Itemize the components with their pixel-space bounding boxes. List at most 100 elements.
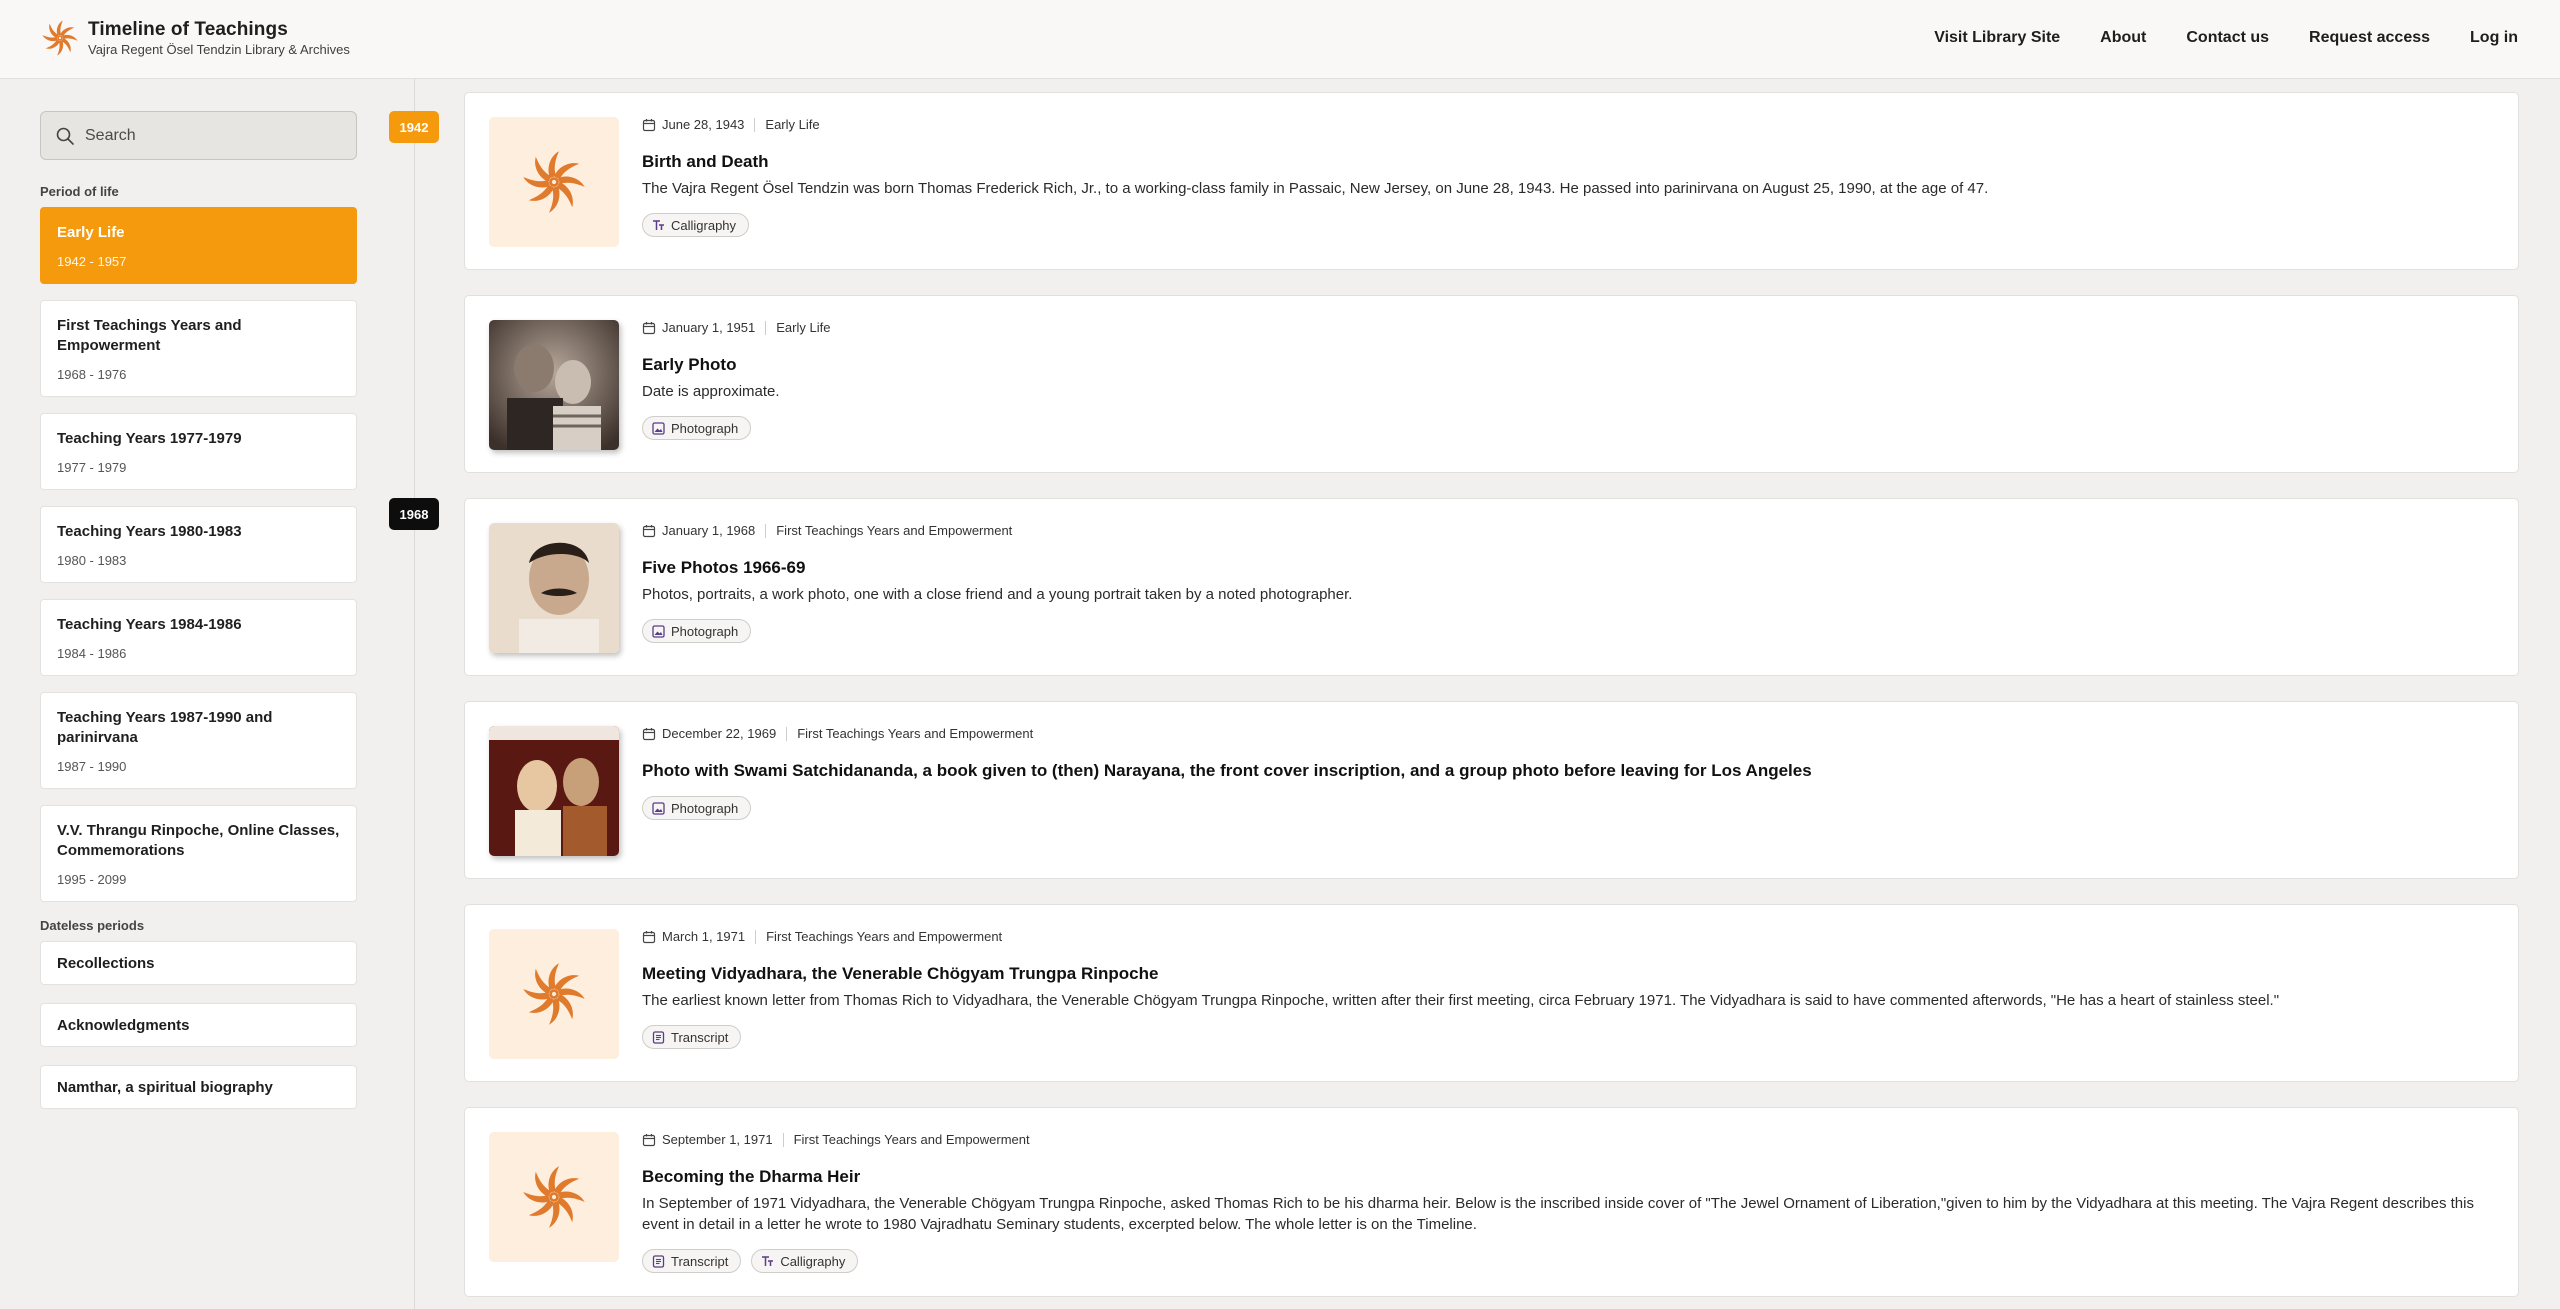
tag-calligraphy[interactable]: Calligraphy <box>751 1249 859 1273</box>
card-title[interactable]: Early Photo <box>642 354 2478 376</box>
meta-divider <box>754 118 756 132</box>
period-title: V.V. Thrangu Rinpoche, Online Classes, C… <box>57 822 340 859</box>
swirl-logo-icon <box>519 959 589 1029</box>
brand[interactable]: Timeline of Teachings Vajra Regent Ösel … <box>40 18 350 58</box>
tag-photograph[interactable]: Photograph <box>642 416 752 440</box>
period-teaching-1984-1986[interactable]: Teaching Years 1984-1986 1984 - 1986 <box>40 599 357 676</box>
card-thumbnail <box>489 117 619 247</box>
swirl-logo-icon <box>40 18 80 58</box>
calendar-icon <box>642 930 656 944</box>
tag-transcript[interactable]: Transcript <box>642 1025 742 1049</box>
period-range: 1987 - 1990 <box>57 759 127 774</box>
nav-visit-library-site[interactable]: Visit Library Site <box>1934 26 2060 50</box>
card-tags: Transcript Calligraphy <box>642 1249 2478 1273</box>
card-description: In September of 1971 Vidyadhara, the Ven… <box>642 1195 2474 1233</box>
card-description: The earliest known letter from Thomas Ri… <box>642 992 2280 1009</box>
text-type-icon <box>652 219 665 232</box>
period-first-teachings[interactable]: First Teachings Years and Empowerment 19… <box>40 300 357 397</box>
dateless-namthar[interactable]: Namthar, a spiritual biography <box>40 1065 357 1109</box>
card-date: September 1, 1971 <box>662 1132 773 1147</box>
calendar-icon <box>642 727 656 741</box>
nav-log-in[interactable]: Log in <box>2470 26 2518 50</box>
tag-photograph[interactable]: Photograph <box>642 619 752 643</box>
nav-about[interactable]: About <box>2100 26 2146 50</box>
card-tags: Photograph <box>642 619 2478 643</box>
period-teaching-1977-1979[interactable]: Teaching Years 1977-1979 1977 - 1979 <box>40 413 357 490</box>
dateless-recollections[interactable]: Recollections <box>40 941 357 985</box>
card-period: First Teachings Years and Empowerment <box>776 523 1013 538</box>
card-title[interactable]: Birth and Death <box>642 151 2478 173</box>
calendar-icon <box>642 524 656 538</box>
tag-transcript[interactable]: Transcript <box>642 1249 742 1273</box>
card-description: Date is approximate. <box>642 383 780 400</box>
tag-label: Calligraphy <box>780 1253 846 1269</box>
period-teaching-1987-1990[interactable]: Teaching Years 1987-1990 and parinirvana… <box>40 692 357 789</box>
card-period: Early Life <box>776 320 831 335</box>
card-thumbnail <box>489 929 619 1059</box>
swami-photo-image <box>489 726 619 856</box>
card-tags: Photograph <box>642 416 2478 440</box>
card-period: First Teachings Years and Empowerment <box>793 1132 1030 1147</box>
search-box[interactable] <box>40 111 357 160</box>
period-range: 1995 - 2099 <box>57 872 127 887</box>
dateless-periods-label: Dateless periods <box>40 918 145 933</box>
site-title: Timeline of Teachings <box>88 18 288 40</box>
card-date: March 1, 1971 <box>662 929 746 944</box>
search-input[interactable] <box>85 126 335 145</box>
tag-label: Transcript <box>671 1253 729 1269</box>
meta-divider <box>755 930 757 944</box>
text-type-icon <box>761 1255 774 1268</box>
meta-divider <box>786 727 788 741</box>
timeline-line <box>414 79 415 1309</box>
card-meta: June 28, 1943 Early Life <box>642 117 2478 133</box>
calendar-icon <box>642 321 656 335</box>
card-date: December 22, 1969 <box>662 726 777 741</box>
meta-divider <box>765 321 767 335</box>
card-period: First Teachings Years and Empowerment <box>766 929 1003 944</box>
period-range: 1980 - 1983 <box>57 553 127 568</box>
period-teaching-1980-1983[interactable]: Teaching Years 1980-1983 1980 - 1983 <box>40 506 357 583</box>
timeline-card[interactable]: January 1, 1968 First Teachings Years an… <box>464 498 2519 676</box>
card-description: The Vajra Regent Ösel Tendzin was born T… <box>642 180 1989 197</box>
timeline-card[interactable]: December 22, 1969 First Teachings Years … <box>464 701 2519 879</box>
site-subtitle: Vajra Regent Ösel Tendzin Library & Arch… <box>88 41 350 57</box>
card-date: January 1, 1951 <box>662 320 756 335</box>
early-photo-image <box>489 320 619 450</box>
nav-contact-us[interactable]: Contact us <box>2186 26 2269 50</box>
period-thrangu-rinpoche[interactable]: V.V. Thrangu Rinpoche, Online Classes, C… <box>40 805 357 902</box>
swirl-logo-icon <box>519 147 589 217</box>
image-icon <box>652 625 665 638</box>
tag-photograph[interactable]: Photograph <box>642 796 752 820</box>
period-of-life-label: Period of life <box>40 184 119 199</box>
tag-label: Photograph <box>671 623 739 639</box>
top-nav: Visit Library Site About Contact us Requ… <box>1894 26 2518 50</box>
dateless-acknowledgments[interactable]: Acknowledgments <box>40 1003 357 1047</box>
period-title: First Teachings Years and Empowerment <box>57 317 242 354</box>
card-tags: Transcript <box>642 1025 2478 1049</box>
card-title[interactable]: Five Photos 1966-69 <box>642 557 2478 579</box>
card-title[interactable]: Meeting Vidyadhara, the Venerable Chögya… <box>642 963 2478 985</box>
year-marker-1968[interactable]: 1968 <box>389 498 439 530</box>
card-body: September 1, 1971 First Teachings Years … <box>642 1132 2478 1273</box>
card-title[interactable]: Photo with Swami Satchidananda, a book g… <box>642 760 2478 782</box>
timeline-card[interactable]: March 1, 1971 First Teachings Years and … <box>464 904 2519 1082</box>
meta-divider <box>782 1133 784 1147</box>
portrait-photo-image <box>489 523 619 653</box>
document-icon <box>652 1255 665 1268</box>
year-marker-1942[interactable]: 1942 <box>389 111 439 143</box>
tag-calligraphy[interactable]: Calligraphy <box>642 213 750 237</box>
card-body: March 1, 1971 First Teachings Years and … <box>642 929 2478 1049</box>
card-tags: Calligraphy <box>642 213 2478 237</box>
tag-label: Calligraphy <box>671 217 737 233</box>
timeline-card[interactable]: September 1, 1971 First Teachings Years … <box>464 1107 2519 1297</box>
timeline-card[interactable]: June 28, 1943 Early Life Birth and Death… <box>464 92 2519 270</box>
period-range: 1984 - 1986 <box>57 646 127 661</box>
card-meta: September 1, 1971 First Teachings Years … <box>642 1132 2478 1148</box>
period-early-life[interactable]: Early Life 1942 - 1957 <box>40 207 357 284</box>
period-title: Early Life <box>57 224 125 241</box>
timeline-card[interactable]: January 1, 1951 Early Life Early Photo D… <box>464 295 2519 473</box>
period-title: Teaching Years 1987-1990 and parinirvana <box>57 709 273 746</box>
nav-request-access[interactable]: Request access <box>2309 26 2430 50</box>
card-date: January 1, 1968 <box>662 523 756 538</box>
card-title[interactable]: Becoming the Dharma Heir <box>642 1166 2478 1188</box>
